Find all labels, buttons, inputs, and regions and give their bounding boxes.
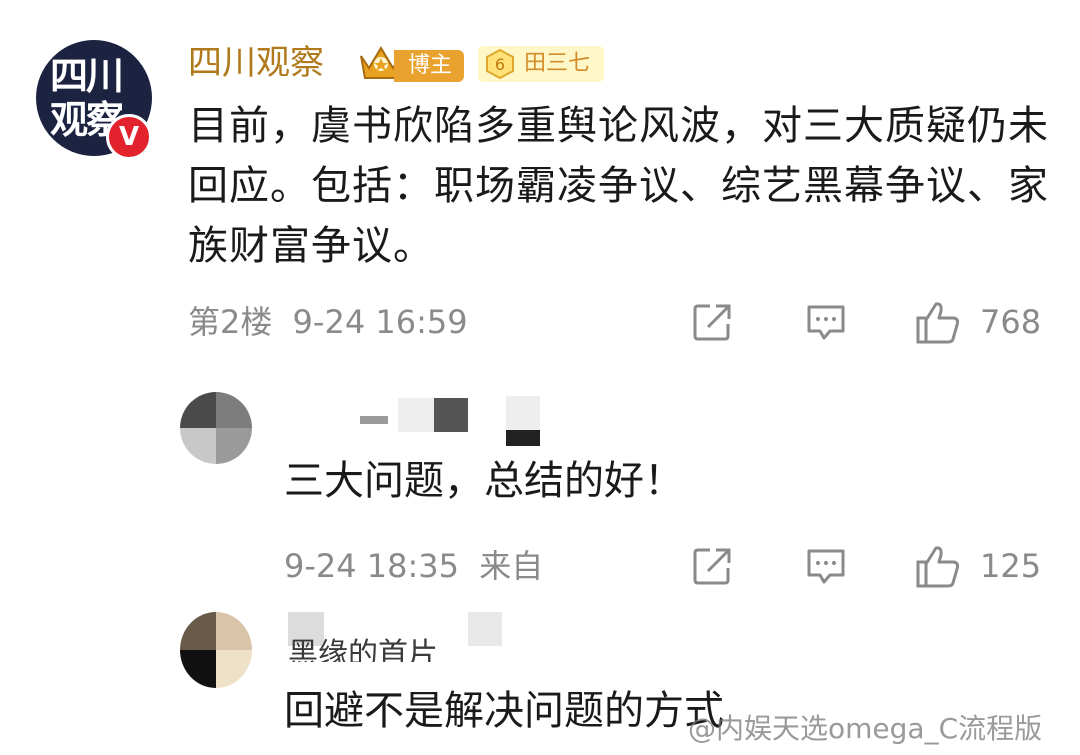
blogger-badge: 博主	[394, 50, 465, 82]
reply-username-blurred[interactable]	[340, 396, 540, 446]
reply-time: 9-24 18:35	[284, 547, 460, 585]
like-icon[interactable]	[914, 298, 962, 346]
share-icon[interactable]	[690, 300, 734, 344]
like-count: 768	[980, 303, 1042, 341]
fan-name: 田三七	[524, 51, 591, 76]
svg-text:6: 6	[495, 55, 505, 74]
verified-badge: V	[106, 114, 152, 160]
like-count: 125	[980, 547, 1042, 585]
comment-icon[interactable]	[804, 300, 848, 344]
watermark-text: @内娱天选omega_C流程版	[688, 712, 1043, 745]
fan-badge[interactable]: 6 田三七	[478, 46, 604, 82]
reply-content: 回避不是解决问题的方式	[284, 688, 724, 734]
comment-icon[interactable]	[804, 544, 848, 588]
share-icon[interactable]	[690, 544, 734, 588]
floor-label: 第2楼	[188, 303, 273, 341]
reply-avatar[interactable]	[180, 612, 252, 688]
comment-meta: 第2楼 9-24 16:59	[188, 302, 468, 342]
fan-level-icon: 6	[486, 48, 514, 80]
reply-content: 三大问题，总结的好！	[284, 458, 684, 504]
reply-username-partial: 黑缘的首片	[288, 638, 438, 662]
reply-avatar[interactable]	[180, 392, 252, 464]
username[interactable]: 四川观察	[188, 40, 324, 86]
like-icon[interactable]	[914, 542, 962, 590]
reply-username-blurred[interactable]: 黑缘的首片	[288, 612, 508, 662]
reply-meta: 9-24 18:35 来自	[284, 546, 543, 586]
comment-content: 目前，虞书欣陷多重舆论风波，对三大质疑仍未回应。包括：职场霸凌争议、综艺黑幕争议…	[188, 103, 1049, 269]
comment-time: 9-24 16:59	[292, 303, 468, 341]
reply-source: 来自	[479, 547, 544, 585]
